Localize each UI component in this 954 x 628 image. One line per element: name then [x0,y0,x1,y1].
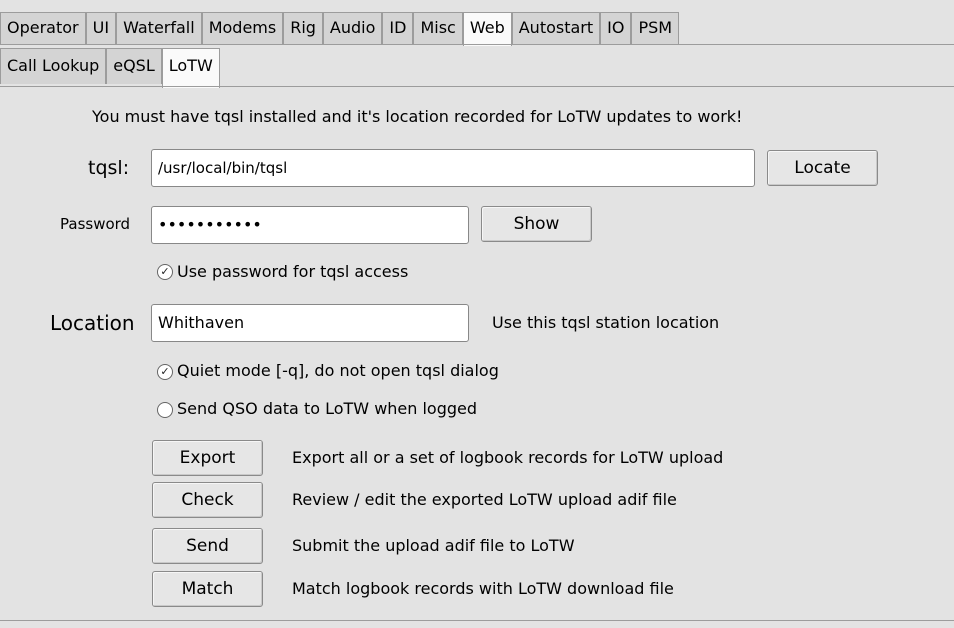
location-field[interactable]: Whithaven [151,304,469,342]
tab-operator[interactable]: Operator [0,12,86,44]
send-button[interactable]: Send [152,528,263,564]
tab-misc[interactable]: Misc [413,12,463,44]
use-password-label: Use password for tqsl access [177,262,409,281]
tab-psm[interactable]: PSM [631,12,680,44]
password-field[interactable]: ••••••••••• [151,206,469,244]
send-description: Submit the upload adif file to LoTW [292,536,575,555]
use-password-checkbox[interactable]: ✓ [157,264,173,280]
tab-io[interactable]: IO [600,12,632,44]
main-tab-bar: Operator UI Waterfall Modems Rig Audio I… [0,12,680,46]
locate-button[interactable]: Locate [767,150,878,186]
location-hint: Use this tqsl station location [492,313,720,332]
quiet-mode-label: Quiet mode [-q], do not open tqsl dialog [177,361,499,380]
tab-id[interactable]: ID [382,12,414,44]
subtab-call-lookup[interactable]: Call Lookup [0,48,107,84]
tab-modems[interactable]: Modems [201,12,284,44]
tab-bar-divider [0,44,954,45]
show-password-button[interactable]: Show [481,206,592,242]
password-label: Password [60,215,131,233]
match-button[interactable]: Match [152,571,263,607]
send-when-logged-checkbox[interactable]: ✓ [157,402,173,418]
check-button[interactable]: Check [152,482,263,518]
sub-tab-bar: Call Lookup eQSL LoTW [0,48,220,88]
quiet-mode-checkbox[interactable]: ✓ [157,364,173,380]
subtab-lotw[interactable]: LoTW [161,48,220,88]
match-description: Match logbook records with LoTW download… [292,579,674,598]
panel-bottom-border [0,620,954,621]
tab-ui[interactable]: UI [85,12,117,44]
tab-rig[interactable]: Rig [283,12,323,44]
tab-autostart[interactable]: Autostart [511,12,601,44]
export-button[interactable]: Export [152,440,263,476]
tab-web[interactable]: Web [462,12,512,46]
tqsl-path-field[interactable]: /usr/local/bin/tqsl [151,149,755,187]
tab-audio[interactable]: Audio [322,12,383,44]
send-when-logged-label: Send QSO data to LoTW when logged [177,399,478,418]
check-description: Review / edit the exported LoTW upload a… [292,490,677,509]
location-label: Location [50,311,135,335]
tab-waterfall[interactable]: Waterfall [116,12,202,44]
subtab-eqsl[interactable]: eQSL [106,48,162,84]
lotw-notice: You must have tqsl installed and it's lo… [92,107,743,126]
export-description: Export all or a set of logbook records f… [292,448,724,467]
subtab-bar-divider [0,86,954,87]
tqsl-label: tqsl: [88,157,130,179]
